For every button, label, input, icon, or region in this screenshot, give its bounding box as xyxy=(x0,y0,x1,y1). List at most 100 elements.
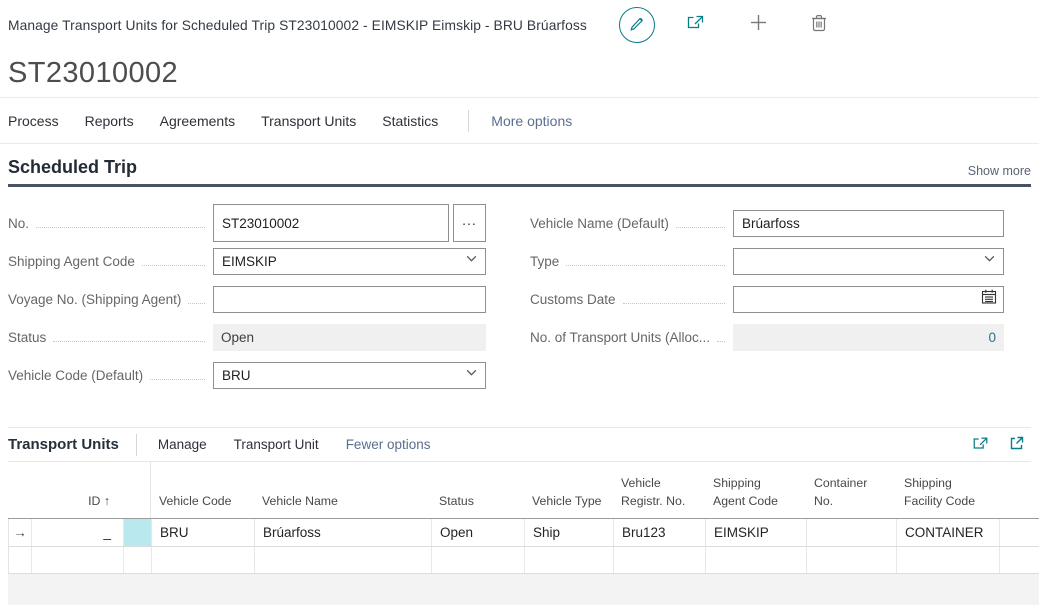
cell-vehicle-name[interactable] xyxy=(255,547,432,573)
status-field: Open xyxy=(213,324,486,351)
dotted-leader xyxy=(188,303,205,304)
cell-container-no[interactable] xyxy=(807,547,897,573)
field-label-type: Type xyxy=(530,254,559,269)
dotted-leader xyxy=(676,227,725,228)
cell-filler xyxy=(1000,547,1039,573)
share-button[interactable] xyxy=(685,13,706,37)
focus-mode-button[interactable] xyxy=(1008,435,1025,455)
page-caption: Manage Transport Units for Scheduled Tri… xyxy=(8,18,587,33)
column-header-container-no[interactable]: Container No. xyxy=(806,475,896,518)
field-label-vehicle-code-default: Vehicle Code (Default) xyxy=(8,368,143,383)
dotted-leader xyxy=(36,227,205,228)
cell-status[interactable]: Open xyxy=(432,519,525,546)
menu-statistics[interactable]: Statistics xyxy=(382,113,438,129)
table-row: → _ BRU Brúarfoss Open Ship Bru123 EIMSK… xyxy=(8,519,1039,547)
table-footer-area xyxy=(8,574,1039,605)
vehicle-code-default-field[interactable]: BRU xyxy=(213,362,486,389)
shipping-agent-code-field[interactable]: EIMSKIP xyxy=(213,248,486,275)
cell-vehicle-type[interactable] xyxy=(525,547,614,573)
dotted-leader xyxy=(623,303,725,304)
plus-icon xyxy=(750,14,767,36)
show-more-link[interactable]: Show more xyxy=(968,164,1031,178)
column-header-shipping-agent-code[interactable]: Shipping Agent Code xyxy=(705,475,806,518)
section-title-scheduled-trip: Scheduled Trip xyxy=(8,157,137,178)
column-header-id[interactable]: ID ↑ xyxy=(31,493,123,518)
no-of-transport-units-field[interactable]: 0 xyxy=(733,324,1004,351)
cell-vehicle-registr-no[interactable]: Bru123 xyxy=(614,519,706,546)
row-indicator-icon: → xyxy=(9,519,32,546)
cell-vehicle-name[interactable]: Brúarfoss xyxy=(255,519,432,546)
column-header-select xyxy=(123,462,151,518)
trash-icon xyxy=(811,14,827,37)
edit-button[interactable] xyxy=(619,7,655,43)
transport-units-ribbon: Transport Units Manage Transport Unit Fe… xyxy=(8,428,1031,462)
cell-container-no[interactable] xyxy=(807,519,897,546)
cell-vehicle-type[interactable]: Ship xyxy=(525,519,614,546)
column-header-vehicle-name[interactable]: Vehicle Name xyxy=(254,493,431,518)
column-header-vehicle-code[interactable]: Vehicle Code xyxy=(151,493,254,518)
part-title-transport-units: Transport Units xyxy=(8,436,119,453)
cell-vehicle-registr-no[interactable] xyxy=(614,547,706,573)
transport-units-table-header: ID ↑ Vehicle Code Vehicle Name Status Ve… xyxy=(8,462,1039,519)
column-header-shipping-facility-code[interactable]: Shipping Facility Code xyxy=(896,475,999,518)
column-header-vehicle-registr-no[interactable]: Vehicle Registr. No. xyxy=(613,475,705,518)
page-caption-bar: Manage Transport Units for Scheduled Tri… xyxy=(0,0,1039,50)
menu-divider xyxy=(468,110,469,132)
field-label-no-of-transport-units: No. of Transport Units (Alloc... xyxy=(530,330,710,345)
cell-id[interactable]: _ xyxy=(32,519,124,546)
column-header-filler xyxy=(999,511,1039,518)
field-label-no: No. xyxy=(8,216,29,231)
cell-shipping-agent-code[interactable]: EIMSKIP xyxy=(706,519,807,546)
field-label-customs-date: Customs Date xyxy=(530,292,616,307)
page-title: ST23010002 xyxy=(8,57,178,90)
part-share-button[interactable] xyxy=(971,435,990,455)
table-row xyxy=(8,547,1039,574)
new-button[interactable] xyxy=(750,14,767,36)
field-label-vehicle-name-default: Vehicle Name (Default) xyxy=(530,216,669,231)
column-header-vehicle-type[interactable]: Vehicle Type xyxy=(524,493,613,518)
field-label-status: Status xyxy=(8,330,46,345)
vehicle-name-default-field[interactable]: Brúarfoss xyxy=(733,210,1004,237)
scheduled-trip-form: No. ST23010002 ... Shipping Agent Code E… xyxy=(0,187,1039,394)
type-field[interactable] xyxy=(733,248,1004,275)
field-label-voyage-no: Voyage No. (Shipping Agent) xyxy=(8,292,181,307)
no-field[interactable]: ST23010002 xyxy=(213,204,449,242)
more-options-link[interactable]: More options xyxy=(491,113,572,129)
cell-shipping-facility-code[interactable] xyxy=(897,547,1000,573)
cell-vehicle-code[interactable]: BRU xyxy=(152,519,255,546)
cell-vehicle-code[interactable] xyxy=(152,547,255,573)
field-label-shipping-agent-code: Shipping Agent Code xyxy=(8,254,135,269)
column-header-indicator xyxy=(8,511,31,518)
calendar-icon[interactable] xyxy=(981,289,997,310)
fewer-options-link[interactable]: Fewer options xyxy=(346,437,431,452)
dotted-leader xyxy=(717,341,725,342)
dotted-leader xyxy=(53,341,205,342)
selected-cell-highlight xyxy=(124,519,152,546)
cell-shipping-facility-code[interactable]: CONTAINER xyxy=(897,519,1000,546)
menu-reports[interactable]: Reports xyxy=(85,113,134,129)
no-assist-button[interactable]: ... xyxy=(453,204,486,242)
row-indicator-cell xyxy=(9,547,32,573)
cell-shipping-agent-code[interactable] xyxy=(706,547,807,573)
ribbon-divider xyxy=(136,434,137,456)
delete-button[interactable] xyxy=(811,14,827,37)
part-menu-transport-unit[interactable]: Transport Unit xyxy=(234,437,319,452)
dotted-leader xyxy=(142,265,205,266)
pencil-icon xyxy=(628,14,645,36)
cell-filler xyxy=(1000,519,1039,546)
part-menu-manage[interactable]: Manage xyxy=(158,437,207,452)
share-icon xyxy=(971,435,990,455)
customs-date-field[interactable] xyxy=(733,286,1004,313)
column-header-status[interactable]: Status xyxy=(431,493,524,518)
action-bar: Process Reports Agreements Transport Uni… xyxy=(0,98,1039,144)
cell-id[interactable] xyxy=(32,547,124,573)
dotted-leader xyxy=(150,379,205,380)
dotted-leader xyxy=(566,265,725,266)
menu-process[interactable]: Process xyxy=(8,113,59,129)
voyage-no-field[interactable] xyxy=(213,286,486,313)
select-cell xyxy=(124,547,152,573)
menu-transport-units[interactable]: Transport Units xyxy=(261,113,356,129)
cell-status[interactable] xyxy=(432,547,525,573)
menu-agreements[interactable]: Agreements xyxy=(160,113,235,129)
header-actions xyxy=(619,7,827,43)
